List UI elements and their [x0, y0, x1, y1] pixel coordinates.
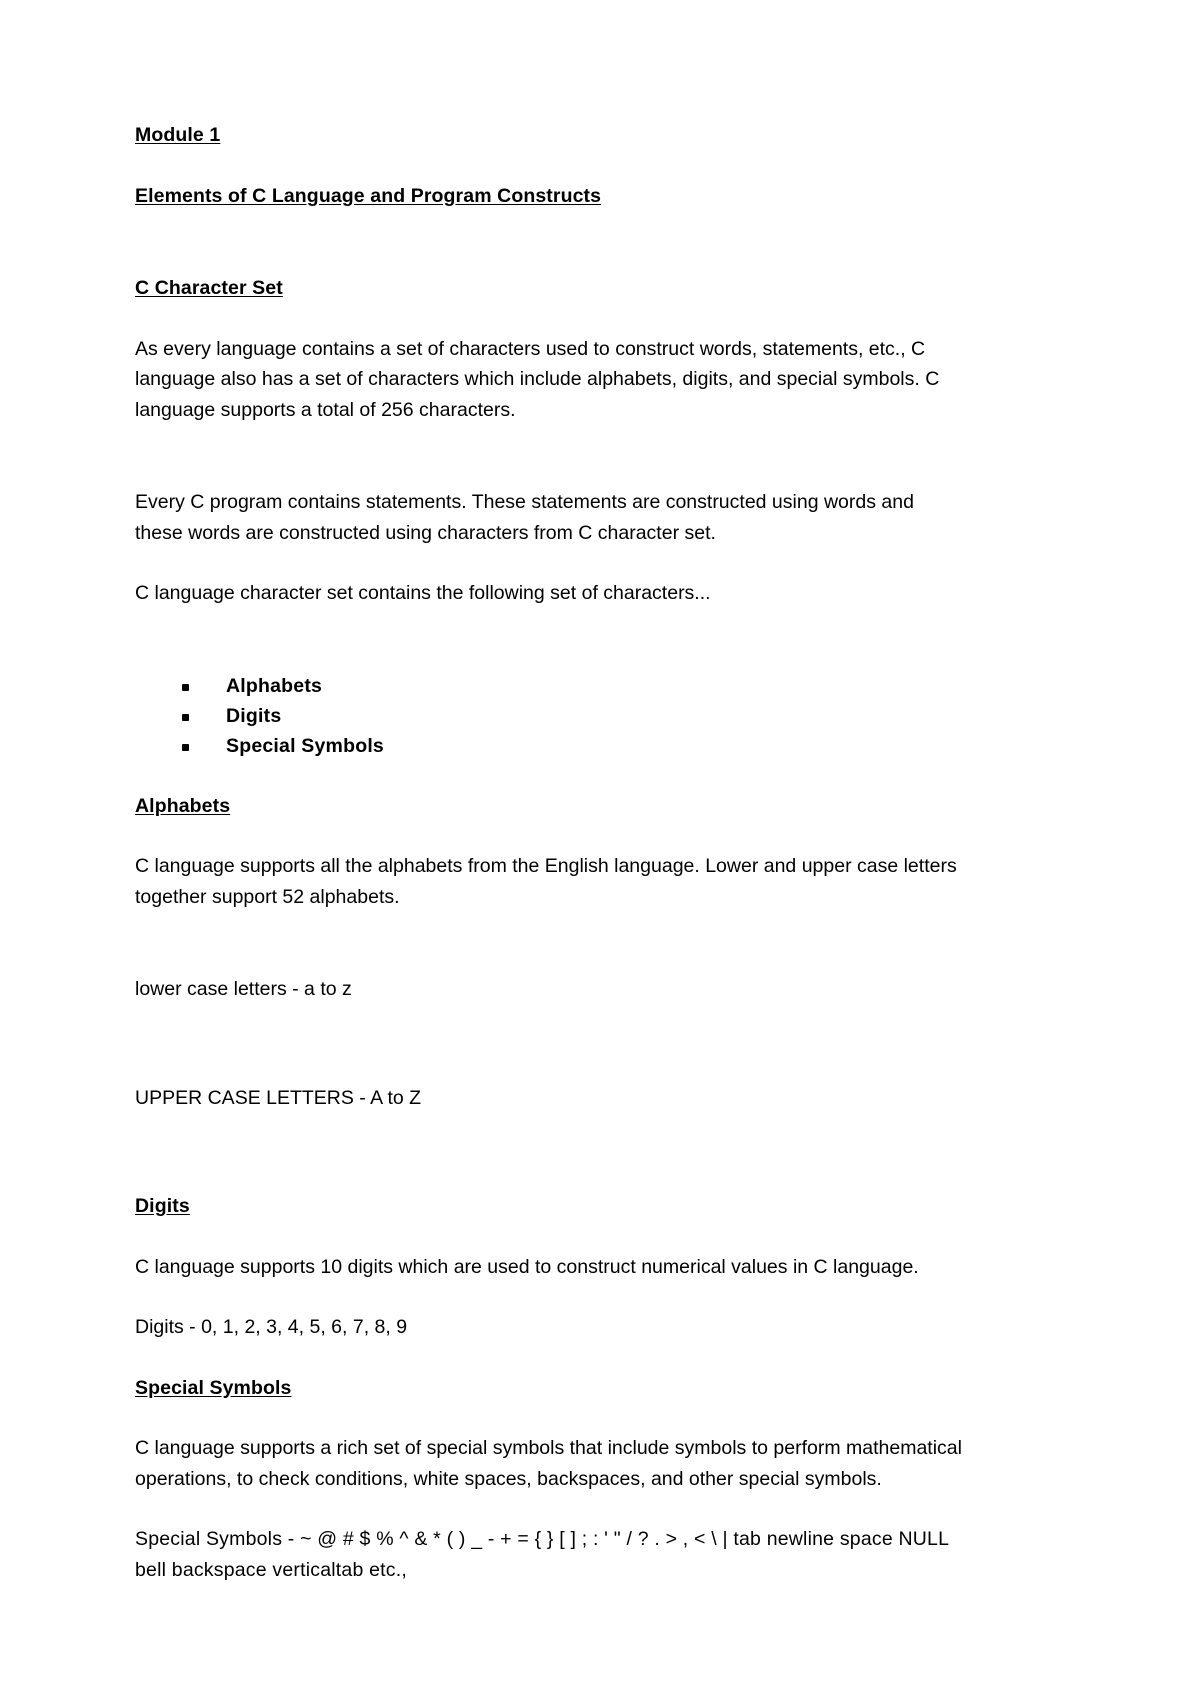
heading-digits: Digits — [135, 1195, 190, 1217]
paragraph-alphabets: C language supports all the alphabets fr… — [135, 855, 957, 908]
paragraph-following-characters: C language character set contains the fo… — [135, 582, 711, 604]
paragraph-special-symbols: C language supports a rich set of specia… — [135, 1437, 962, 1490]
text-special-symbols-list: Special Symbols - ~ @ # $ % ^ & * ( ) _ … — [135, 1528, 949, 1581]
character-set-bullet-list: Alphabets Digits Special Symbols — [135, 671, 965, 761]
list-item: Special Symbols — [182, 731, 965, 761]
paragraph-character-set-intro: As every language contains a set of char… — [135, 337, 940, 421]
text-lower-case-letters: lower case letters - a to z — [135, 978, 352, 1000]
list-item: Digits — [182, 701, 965, 731]
document-page: Module 1 Elements of C Language and Prog… — [0, 0, 1200, 1698]
heading-special-symbols: Special Symbols — [135, 1376, 292, 1399]
text-digits-list: Digits - 0, 1, 2, 3, 4, 5, 6, 7, 8, 9 — [135, 1316, 408, 1338]
paragraph-statements: Every C program contains statements. The… — [135, 491, 914, 544]
list-item: Alphabets — [182, 671, 965, 701]
heading-c-character-set: C Character Set — [135, 277, 283, 299]
page-title: Module 1 — [135, 124, 221, 146]
paragraph-digits: C language supports 10 digits which are … — [135, 1255, 919, 1278]
document-body: Module 1 Elements of C Language and Prog… — [135, 120, 965, 1585]
text-upper-case-letters: UPPER CASE LETTERS - A to Z — [135, 1086, 422, 1109]
heading-alphabets: Alphabets — [135, 794, 231, 817]
document-subtitle: Elements of C Language and Program Const… — [135, 184, 602, 207]
